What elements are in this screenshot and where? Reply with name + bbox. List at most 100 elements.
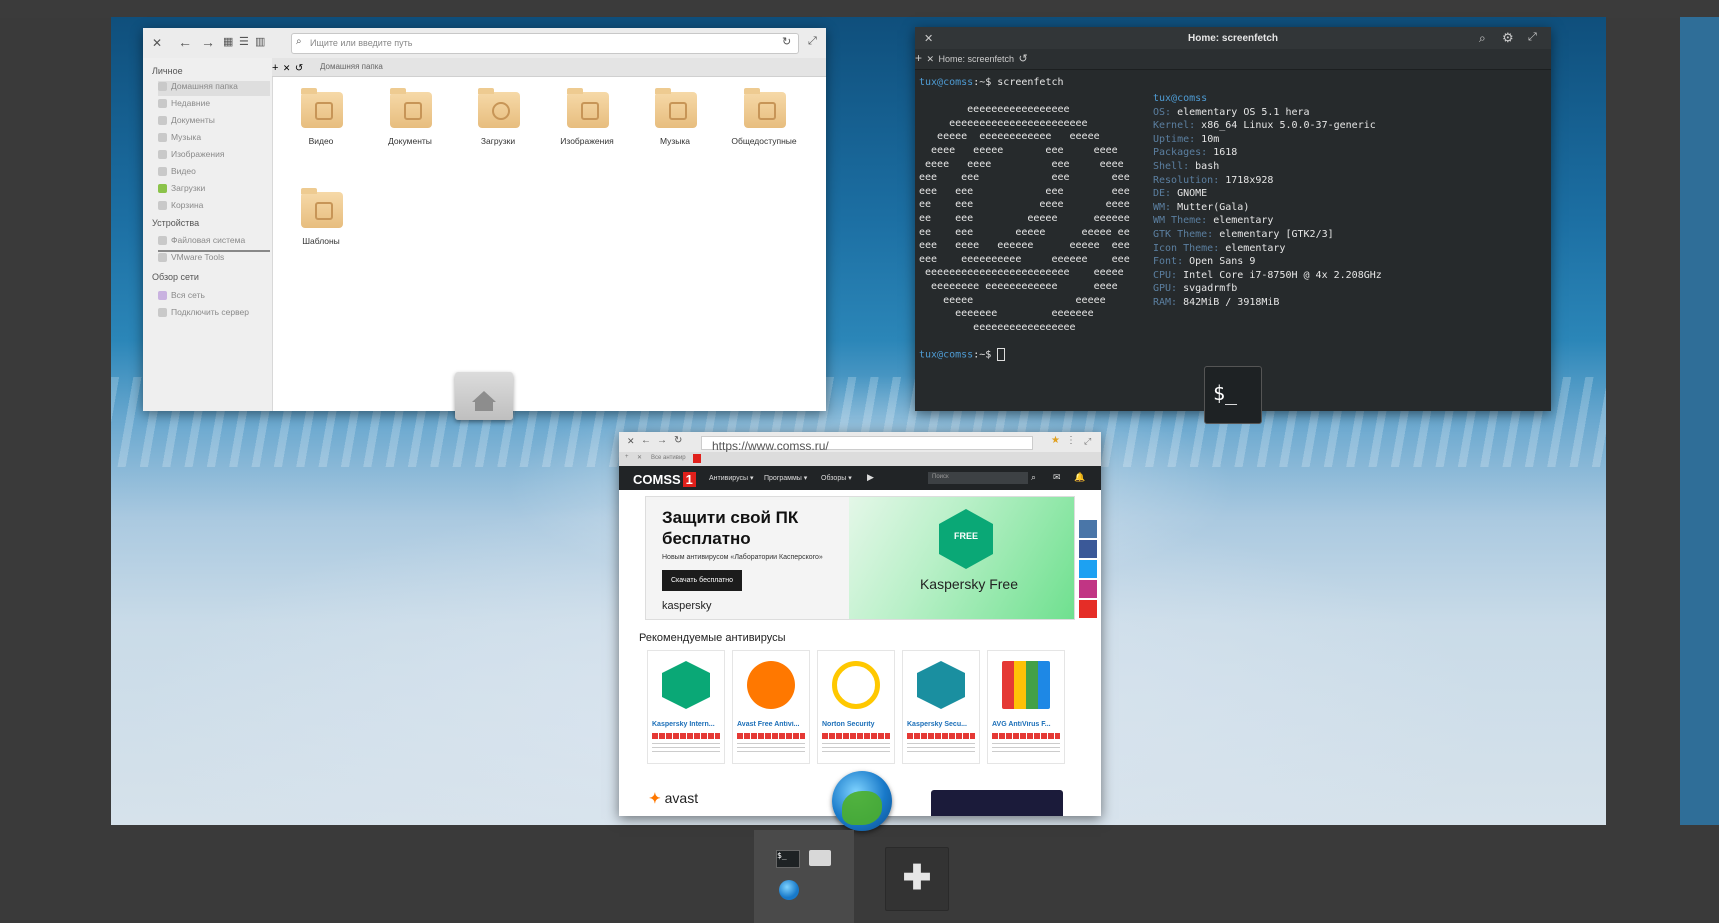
info-value: 10m <box>1201 133 1220 145</box>
prompt-user: tux@comss <box>919 77 974 88</box>
reload-icon[interactable]: ↻ <box>782 35 791 48</box>
folder-icon <box>390 88 432 128</box>
tab-home[interactable]: Домашняя папка <box>320 62 383 71</box>
product-card[interactable]: Kaspersky Intern... <box>647 650 725 764</box>
sidebar-item-vmware-tools[interactable]: VMware Tools <box>158 252 270 267</box>
tab-antivirus[interactable]: Все антивир <box>651 455 686 461</box>
tab-close-icon[interactable]: ✕ <box>926 54 934 64</box>
tab-screenfetch[interactable]: Home: screenfetch <box>938 54 1014 64</box>
new-tab-icon[interactable]: + <box>625 454 629 460</box>
history-icon[interactable]: ↺ <box>295 63 303 74</box>
site-favicon-icon <box>693 454 701 463</box>
grid-view-icon[interactable]: ▦ <box>223 35 233 48</box>
search-icon[interactable]: ⌕ <box>1479 31 1486 46</box>
workspace-thumbnail[interactable]: $_ <box>754 830 854 923</box>
maximize-icon[interactable]: ⤢ <box>808 35 817 48</box>
address-bar[interactable]: https://www.comss.ru/ <box>701 436 1033 453</box>
forward-icon[interactable]: → <box>201 34 215 50</box>
terminal-thumb-icon: $_ <box>776 850 800 868</box>
sidebar-item-pictures[interactable]: Изображения <box>158 149 270 164</box>
sidebar-item-home[interactable]: Домашняя папка <box>158 81 270 96</box>
sidebar-item-connect-server[interactable]: Подключить сервер <box>158 307 270 322</box>
search-icon[interactable]: ⌕ <box>1031 472 1036 483</box>
instagram-icon[interactable] <box>1079 580 1097 598</box>
avast-ad-logo[interactable]: ✦ avast <box>649 790 698 807</box>
nav-reviews[interactable]: Обзоры ▾ <box>821 474 852 482</box>
browser-thumb-icon <box>779 880 799 900</box>
back-icon[interactable]: ← <box>641 435 651 446</box>
product-card[interactable]: AVG AntiVirus F... <box>987 650 1065 764</box>
back-icon[interactable]: ← <box>178 34 192 50</box>
info-value: Mutter(Gala) <box>1177 201 1250 213</box>
info-row: WM: Mutter(Gala) <box>1153 201 1382 215</box>
history-icon[interactable]: ↺ <box>1018 53 1027 65</box>
folder-pictures[interactable]: Изображения <box>551 88 621 162</box>
maximize-icon[interactable]: ⤢ <box>1528 31 1537 44</box>
bell-icon[interactable]: 🔔 <box>1074 472 1085 483</box>
forward-icon[interactable]: → <box>657 435 667 446</box>
product-card[interactable]: Norton Security <box>817 650 895 764</box>
new-tab-icon[interactable]: + <box>915 51 922 65</box>
nav-programs[interactable]: Программы ▾ <box>764 474 807 482</box>
folder-videos[interactable]: Видео <box>285 88 355 162</box>
info-row: CPU: Intel Core i7-8750H @ 4x 2.208GHz <box>1153 269 1382 283</box>
info-key: Icon Theme: <box>1153 242 1226 254</box>
browser-window[interactable]: ✕ ← → ↻ https://www.comss.ru/ ★ ⋮ ⤢ + ✕ … <box>619 432 1101 816</box>
disc-icon <box>158 253 167 263</box>
vk-icon[interactable] <box>1079 520 1097 538</box>
document-icon <box>158 116 167 126</box>
terminal-app-icon[interactable]: $_ <box>1204 366 1262 424</box>
add-workspace-button[interactable]: ✚ <box>885 847 949 911</box>
sidebar-item-trash[interactable]: Корзина <box>158 200 270 215</box>
reload-icon[interactable]: ↻ <box>674 435 682 446</box>
files-app-icon[interactable] <box>455 372 513 420</box>
folder-documents[interactable]: Документы <box>374 88 444 162</box>
folder-public[interactable]: Общедоступные <box>728 88 798 162</box>
kaspersky-banner[interactable]: Защити свой ПК бесплатно Новым антивирус… <box>645 496 1075 620</box>
nav-antivirus[interactable]: Антивирусы ▾ <box>709 474 754 482</box>
folder-music[interactable]: Музыка <box>639 88 709 162</box>
twitter-icon[interactable] <box>1079 560 1097 578</box>
product-card[interactable]: Kaspersky Secu... <box>902 650 980 764</box>
info-value: x86_64 Linux 5.0.0-37-generic <box>1201 120 1376 132</box>
gear-icon[interactable]: ⚙ <box>1502 30 1514 46</box>
info-key: GTK Theme: <box>1153 228 1220 240</box>
sidebar-item-network[interactable]: Вся сеть <box>158 290 270 305</box>
next-workspace-edge[interactable] <box>1680 17 1719 825</box>
youtube-icon[interactable] <box>1079 600 1097 618</box>
column-view-icon[interactable]: ▥ <box>255 35 265 48</box>
download-free-button[interactable]: Скачать бесплатно <box>662 570 742 591</box>
facebook-icon[interactable] <box>1079 540 1097 558</box>
prompt-suffix-2: :~$ <box>973 349 998 361</box>
chat-icon[interactable]: ✉ <box>1053 472 1061 483</box>
tab-close-icon[interactable]: ✕ <box>283 63 291 73</box>
recommended-title: Рекомендуемые антивирусы <box>639 632 786 644</box>
web-browser-app-icon[interactable] <box>832 771 892 831</box>
star-icon[interactable]: ★ <box>1051 435 1060 446</box>
product-card[interactable]: Avast Free Antivi... <box>732 650 810 764</box>
new-tab-icon[interactable]: + <box>272 62 278 74</box>
sidebar-item-recent[interactable]: Недавние <box>158 98 270 113</box>
list-view-icon[interactable]: ☰ <box>239 35 249 48</box>
comss-logo[interactable]: COMSS 1 <box>633 472 696 487</box>
terminal-window[interactable]: ✕ Home: screenfetch ⌕ ⚙ ⤢ + ✕ Home: scre… <box>915 27 1551 411</box>
path-search-input[interactable]: ⌕ Ищите или введите путь ↻ <box>291 33 799 54</box>
menu-icon[interactable]: ⋮ <box>1066 435 1076 446</box>
sidebar-item-filesystem[interactable]: Файловая система <box>158 235 270 252</box>
close-icon[interactable]: ✕ <box>152 36 162 50</box>
site-search-input[interactable]: Поиск <box>928 472 1028 484</box>
sidebar-item-videos[interactable]: Видео <box>158 166 270 181</box>
sidebar-item-downloads[interactable]: Загрузки <box>158 183 270 198</box>
terminal-output[interactable]: tux@comss:~$ screenfetch eeeeeeeeeeeeeee… <box>919 76 1130 362</box>
sidebar-item-music[interactable]: Музыка <box>158 132 270 147</box>
card-description <box>992 743 1060 755</box>
sidebar-item-documents[interactable]: Документы <box>158 115 270 130</box>
maximize-icon[interactable]: ⤢ <box>1084 436 1091 447</box>
files-window[interactable]: ✕ ← → ▦ ☰ ▥ ⌕ Ищите или введите путь ↻ ⤢… <box>143 28 826 411</box>
folder-templates[interactable]: Шаблоны <box>285 188 355 262</box>
folder-downloads[interactable]: Загрузки <box>462 88 532 162</box>
play-icon[interactable]: ▶ <box>867 472 874 483</box>
rating-stars <box>822 733 890 739</box>
close-icon[interactable]: ✕ <box>627 436 635 447</box>
tab-close-icon[interactable]: ✕ <box>637 454 642 461</box>
